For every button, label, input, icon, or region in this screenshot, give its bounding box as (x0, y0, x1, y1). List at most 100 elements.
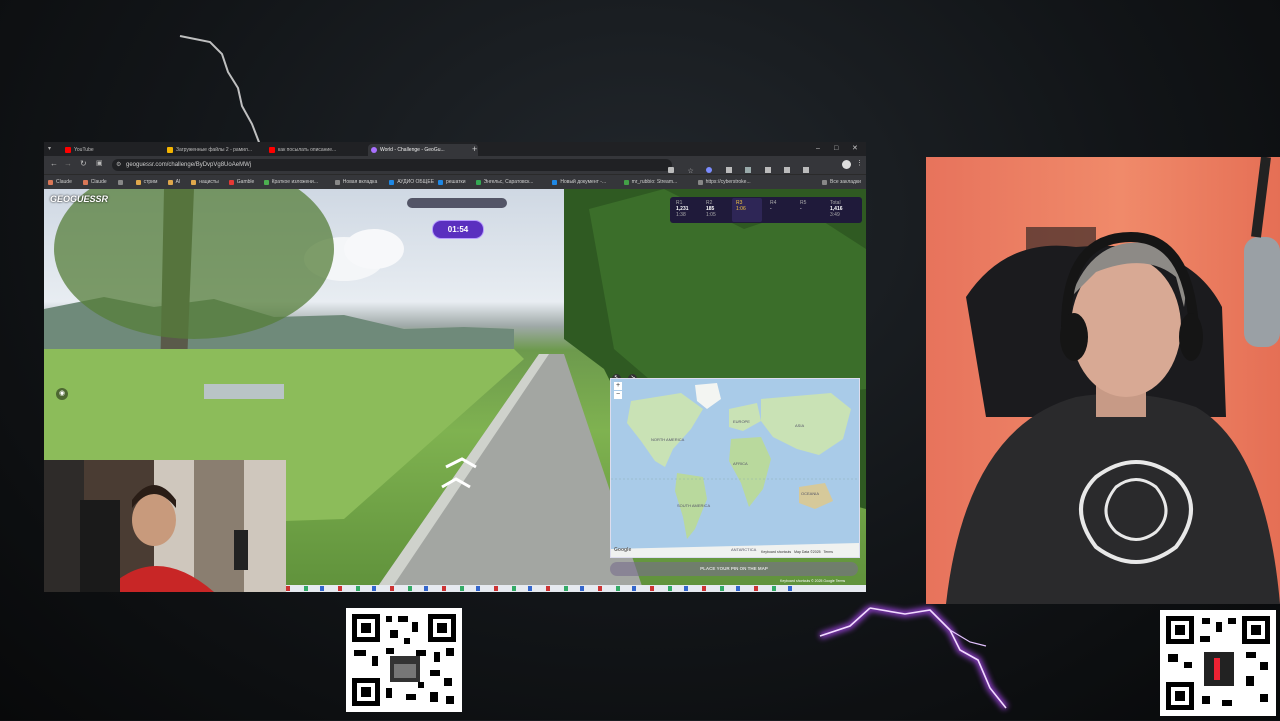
map-label: AFRICA (733, 461, 748, 466)
bookmark-item[interactable]: Новый документ -... (552, 177, 606, 188)
compass-icon[interactable]: ◉ (56, 388, 68, 400)
bookmark-item[interactable]: нацисты (191, 177, 219, 188)
timer-progress-bar (407, 198, 507, 208)
youtube-icon (269, 147, 275, 153)
map-label: ASIA (795, 423, 805, 428)
guess-map[interactable]: NORTH AMERICA EUROPE ASIA AFRICA SOUTH A… (610, 378, 860, 558)
geoguessr-icon (371, 147, 377, 153)
bookmark-item[interactable]: Gamble (228, 177, 254, 188)
round-5: R5 - (800, 200, 807, 212)
map-label: EUROPE (733, 419, 750, 424)
bookmark-item[interactable]: Claude (82, 177, 107, 188)
close-icon[interactable]: ✕ (852, 143, 858, 155)
google-logo: Google (614, 547, 632, 553)
qr-code-left[interactable] (346, 608, 462, 712)
bookmark-icon (475, 180, 481, 185)
bookmark-item[interactable]: Все закладки (822, 177, 861, 188)
bookmark-icon (552, 180, 558, 185)
forward-icon[interactable]: → (64, 159, 72, 168)
timer: 01:54 (432, 220, 484, 239)
lightning-bolt-purple (819, 605, 1009, 710)
map-label: ANTARCTICA (731, 547, 757, 552)
place-pin-button[interactable]: PLACE YOUR PIN ON THE MAP (610, 562, 858, 576)
lightning-bolt-top (179, 35, 263, 151)
bookmarks-bar: Claude Claude стрим AI нацисты Gamble Краткое … (44, 174, 866, 190)
bookmark-icon (82, 180, 88, 185)
map-label: NORTH AMERICA (651, 437, 685, 442)
guest-webcam (44, 460, 286, 592)
bookmark-icon (135, 180, 141, 185)
zoom-in-button[interactable]: + (614, 382, 622, 390)
bookmark-icon (117, 180, 123, 185)
street-view-footer: Keyboard shortcuts © 2025 Google Terms (780, 579, 846, 583)
tab-label: YouTube (74, 147, 94, 153)
qr-code-right[interactable] (1160, 610, 1276, 716)
tab-geoguessr[interactable]: World - Challenge - GeoGu... (368, 144, 478, 156)
round-4: R4 - (770, 200, 777, 212)
bookmark-icon (623, 180, 629, 185)
bookmark-item[interactable]: mr_rubbio: Stream... (623, 177, 677, 188)
bookmark-icon (167, 180, 173, 185)
map-footer: Keyboard shortcuts Map Data ©2025 Terms (761, 550, 833, 554)
bookmark-item[interactable]: https://cyberstroke... (697, 177, 751, 188)
qr-code-right-pattern (1166, 616, 1270, 710)
bookmark-icon (389, 180, 395, 185)
world-map (611, 383, 859, 557)
bookmark-icon (697, 180, 703, 185)
zoom-out-button[interactable]: − (614, 391, 622, 399)
tab-label: как посылать описание... (278, 147, 337, 153)
tab-description[interactable]: как посылать описание... (266, 144, 374, 156)
streamer-webcam (926, 157, 1280, 604)
extension-icons[interactable]: ☆ (668, 160, 838, 175)
scoreboard: R1 1,231 1:38 R2 185 1:05 R3 1:06 R4 - R… (670, 197, 862, 223)
site-info-icon[interactable]: ⚙ (116, 159, 121, 171)
address-bar: ← → ↻ ▣ ⚙ geoguessr.com/challenge/ByDvpV… (44, 156, 866, 175)
bookmark-item[interactable]: Краткое изложени... (263, 177, 318, 188)
drive-icon (167, 147, 173, 153)
bookmark-icon (334, 180, 340, 185)
bookmark-item[interactable]: решатки (438, 177, 466, 188)
taskbar-icons[interactable] (286, 586, 806, 591)
geoguessr-logo: GEOGUESSR (50, 194, 109, 204)
total: Total 1,416 3:49 (830, 200, 843, 218)
bookmark-icon (822, 180, 827, 185)
url-field[interactable]: ⚙ geoguessr.com/challenge/ByDvpVg8UoAeMW… (112, 159, 672, 171)
guest-webcam-scene (44, 460, 286, 592)
tab-label: World - Challenge - GeoGu... (380, 147, 445, 153)
bookmark-icon (191, 180, 197, 185)
bookmark-item[interactable]: АУДИО ОБЩЕЕ (389, 177, 434, 188)
menu-icon[interactable]: ⋮ (856, 159, 863, 167)
bookmark-icon (438, 180, 443, 185)
minimize-icon[interactable]: – (816, 143, 820, 155)
bookmark-icon (263, 180, 269, 185)
bookmark-icon (228, 180, 234, 185)
tab-downloads[interactable]: Загруженные файлы 2 - рамил... (164, 144, 272, 156)
bookmark-item[interactable]: Энгельс, Саратовск... (475, 177, 533, 188)
bookmark-item[interactable]: AI (167, 177, 180, 188)
tab-youtube[interactable]: YouTube (62, 144, 170, 156)
bookmark-item[interactable]: Claude (48, 177, 72, 188)
round-1: R1 1,231 1:38 (676, 200, 689, 218)
streamer-webcam-scene (946, 157, 1280, 604)
qr-code-left-pattern (352, 614, 456, 706)
tab-search-icon[interactable]: ▾ (48, 146, 54, 152)
maximize-icon[interactable]: □ (834, 143, 838, 155)
map-label: OCEANIA (801, 491, 820, 496)
bookmark-item[interactable]: Новая вкладка (334, 177, 377, 188)
bookmark-icon (48, 180, 53, 185)
youtube-icon (65, 147, 71, 153)
taskbar (286, 585, 866, 592)
round-3-current: R3 1:06 (732, 198, 762, 222)
plus-icon[interactable]: + (472, 143, 477, 155)
round-2: R2 185 1:05 (706, 200, 716, 218)
profile-avatar[interactable] (842, 160, 851, 169)
tabs-icon[interactable]: ▣ (96, 159, 103, 167)
map-label: SOUTH AMERICA (677, 503, 711, 508)
bookmark-item[interactable]: стрим (135, 177, 157, 188)
tab-bar: ▾ YouTube Загруженные файлы 2 - рамил...… (44, 142, 866, 156)
map-controls: ↖ ↘ ● (612, 366, 652, 401)
reload-icon[interactable]: ↻ (80, 159, 87, 168)
back-icon[interactable]: ← (50, 159, 58, 168)
url-text: geoguessr.com/challenge/ByDvpVg8UoAeMWj (126, 162, 252, 168)
tab-label: Загруженные файлы 2 - рамил... (176, 147, 253, 153)
